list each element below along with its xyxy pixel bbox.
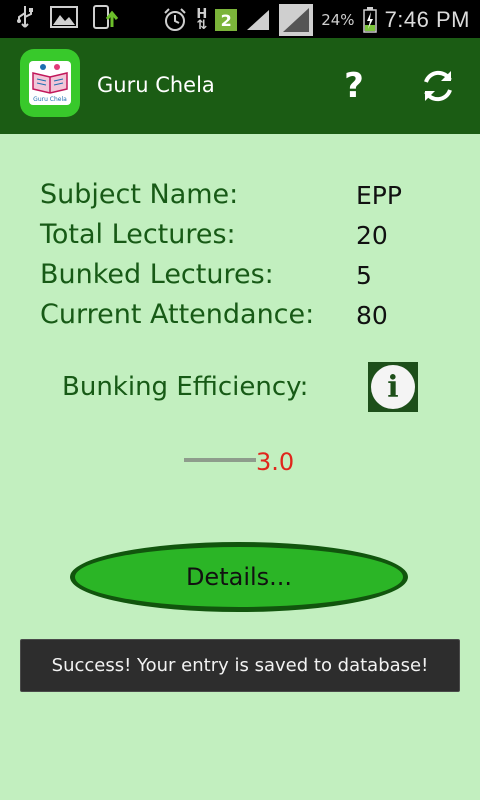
clock: 7:46 PM [384, 7, 470, 32]
app-logo[interactable]: Guru Chela [20, 49, 80, 117]
bunked-lectures-value: 5 [356, 261, 372, 290]
question-mark-icon: ? [344, 66, 364, 106]
bunking-efficiency-label: Bunking Efficiency: [62, 372, 309, 402]
bunked-lectures-label: Bunked Lectures: [40, 259, 274, 290]
status-bar-right: H ⇅ 2 24% 7:46 PM [162, 4, 470, 36]
signal-icon [245, 9, 271, 31]
action-bar: Guru Chela Guru Chela ? [0, 38, 480, 134]
total-lectures-value: 20 [356, 221, 388, 250]
info-icon: i [371, 365, 415, 409]
battery-icon [362, 7, 377, 33]
info-button[interactable]: i [368, 362, 418, 412]
total-lectures-label: Total Lectures: [40, 219, 236, 250]
subject-name-value: EPP [356, 181, 402, 210]
battery-percent: 24% [321, 11, 355, 29]
alarm-icon [162, 8, 188, 31]
usb-icon [14, 6, 36, 28]
current-attendance-value: 80 [356, 301, 388, 330]
status-bar: H ⇅ 2 24% 7:46 PM [0, 0, 480, 38]
status-bar-left [14, 5, 120, 29]
image-icon [50, 6, 78, 28]
success-toast: Success! Your entry is saved to database… [20, 639, 460, 692]
subject-name-label: Subject Name: [40, 179, 239, 210]
help-button[interactable]: ? [332, 64, 376, 108]
refresh-button[interactable] [416, 64, 460, 108]
data-hspa-icon: H ⇅ [196, 7, 208, 33]
notification-count-icon: 2 [215, 9, 238, 31]
efficiency-bar [184, 458, 256, 462]
app-logo-inner: Guru Chela [29, 61, 71, 105]
signal-box-icon [279, 4, 314, 36]
book-icon [32, 64, 68, 94]
details-button[interactable]: Details... [70, 542, 408, 612]
app-title: Guru Chela [97, 73, 215, 97]
refresh-icon [424, 70, 452, 102]
efficiency-value: 3.0 [256, 448, 295, 476]
current-attendance-label: Current Attendance: [40, 299, 315, 330]
app-logo-caption: Guru Chela [33, 96, 67, 103]
phone-upload-icon [92, 5, 120, 29]
